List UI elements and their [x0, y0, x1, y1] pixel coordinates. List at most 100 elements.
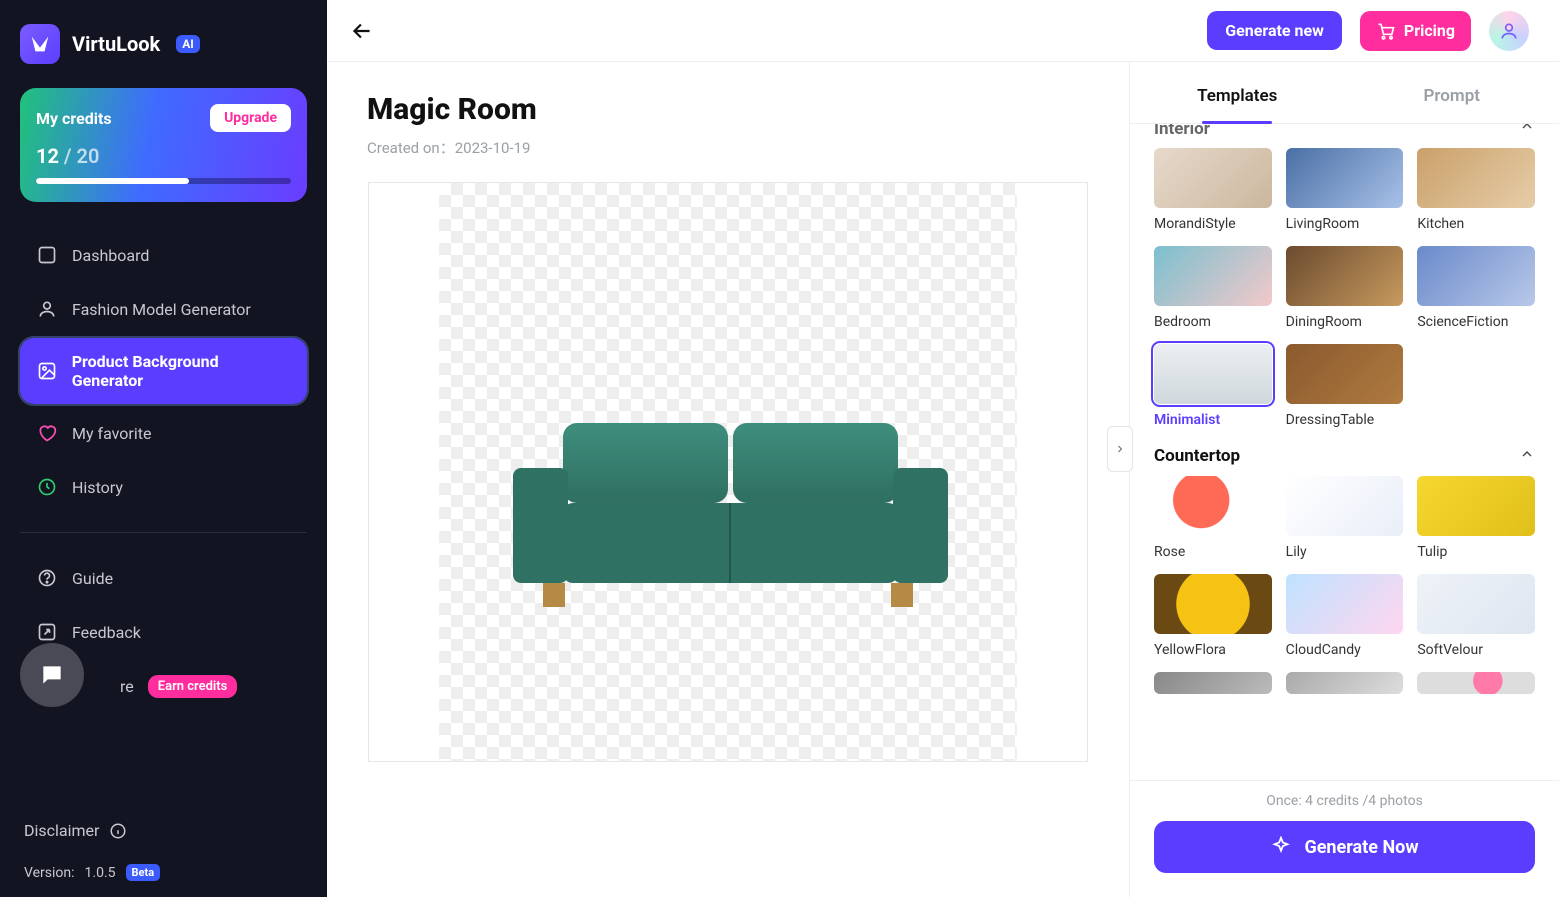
ai-badge: AI — [176, 35, 200, 53]
template-thumb — [1154, 574, 1272, 634]
template-thumb — [1286, 672, 1404, 694]
panel-tabs: Templates Prompt — [1130, 68, 1559, 124]
sidebar-item-label: Guide — [72, 569, 113, 588]
chat-widget-button[interactable] — [20, 643, 84, 707]
nav: Dashboard Fashion Model Generator Produc… — [20, 230, 307, 712]
chevron-right-icon — [1114, 443, 1126, 455]
template-label: Kitchen — [1417, 216, 1535, 232]
template-thumb — [1154, 344, 1272, 404]
created-on: Created on：2023-10-19 — [367, 137, 1089, 158]
template-card-cloudcandy[interactable]: CloudCandy — [1286, 574, 1404, 658]
generate-now-label: Generate Now — [1304, 837, 1418, 858]
avatar-button[interactable] — [1489, 11, 1529, 51]
pricing-button[interactable]: Pricing — [1360, 11, 1471, 51]
product-image[interactable] — [493, 413, 963, 623]
disclaimer-link[interactable]: Disclaimer — [24, 821, 307, 840]
version-label: Version: — [24, 865, 75, 881]
tab-templates[interactable]: Templates — [1130, 68, 1345, 123]
sidebar-item-history[interactable]: History — [20, 462, 307, 512]
collapse-countertop[interactable] — [1519, 446, 1535, 466]
template-label: YellowFlora — [1154, 642, 1272, 658]
template-thumb — [1154, 476, 1272, 536]
credits-bar — [36, 178, 291, 184]
user-icon — [36, 298, 58, 320]
created-date: 2023-10-19 — [455, 139, 531, 157]
template-card[interactable] — [1417, 672, 1535, 694]
template-card-diningroom[interactable]: DiningRoom — [1286, 246, 1404, 330]
back-button[interactable] — [347, 16, 377, 46]
template-card-minimalist[interactable]: Minimalist — [1154, 344, 1272, 428]
generate-new-button[interactable]: Generate new — [1207, 11, 1342, 50]
template-card-morandistyle[interactable]: MorandiStyle — [1154, 148, 1272, 232]
sidebar-item-label: Fashion Model Generator — [72, 300, 251, 319]
template-card-bedroom[interactable]: Bedroom — [1154, 246, 1272, 330]
canvas-area: Magic Room Created on：2023-10-19 — [327, 62, 1129, 897]
template-label: Bedroom — [1154, 314, 1272, 330]
template-label: Minimalist — [1154, 412, 1272, 428]
template-card-kitchen[interactable]: Kitchen — [1417, 148, 1535, 232]
sidebar-item-favorite[interactable]: My favorite — [20, 408, 307, 458]
template-thumb — [1286, 574, 1404, 634]
template-thumb — [1286, 148, 1404, 208]
created-label: Created on： — [367, 139, 455, 157]
template-grid-interior: MorandiStyle LivingRoom Kitchen Bedroom Dini… — [1154, 148, 1535, 428]
disclaimer-label: Disclaimer — [24, 821, 99, 840]
version-value: 1.0.5 — [85, 865, 116, 881]
panel-footer: Once: 4 credits /4 photos Generate Now — [1130, 780, 1559, 897]
section-title-countertop: Countertop — [1154, 446, 1240, 466]
pricing-label: Pricing — [1404, 21, 1455, 40]
template-thumb — [1286, 246, 1404, 306]
template-label: ScienceFiction — [1417, 314, 1535, 330]
template-card-dressingtable[interactable]: DressingTable — [1286, 344, 1404, 428]
right-panel: Templates Prompt Interior MorandiStyle Li… — [1129, 62, 1559, 897]
credits-title: My credits — [36, 109, 112, 128]
template-card[interactable] — [1154, 672, 1272, 694]
template-grid-peek — [1154, 672, 1535, 694]
template-label: SoftVelour — [1417, 642, 1535, 658]
generate-now-button[interactable]: Generate Now — [1154, 821, 1535, 873]
template-thumb — [1417, 246, 1535, 306]
upgrade-button[interactable]: Upgrade — [210, 104, 291, 132]
template-card-livingroom[interactable]: LivingRoom — [1286, 148, 1404, 232]
template-card[interactable] — [1286, 672, 1404, 694]
sidebar-item-label: My favorite — [72, 424, 151, 443]
template-card-softvelour[interactable]: SoftVelour — [1417, 574, 1535, 658]
credits-total: 20 — [77, 144, 100, 168]
sidebar-item-label: re — [120, 677, 134, 696]
template-label: CloudCandy — [1286, 642, 1404, 658]
page-title: Magic Room — [367, 92, 1089, 127]
user-avatar-icon — [1499, 21, 1519, 41]
canvas[interactable] — [368, 182, 1088, 762]
template-card-rose[interactable]: Rose — [1154, 476, 1272, 560]
template-card-tulip[interactable]: Tulip — [1417, 476, 1535, 560]
sidebar-item-dashboard[interactable]: Dashboard — [20, 230, 307, 280]
template-thumb — [1154, 246, 1272, 306]
template-label: MorandiStyle — [1154, 216, 1272, 232]
template-thumb — [1417, 574, 1535, 634]
brand-name: VirtuLook — [72, 32, 160, 56]
topbar: Generate new Pricing — [327, 0, 1559, 62]
beta-badge: Beta — [126, 864, 161, 881]
panel-scroll[interactable]: Interior MorandiStyle LivingRoom Kitchen Be… — [1130, 124, 1559, 780]
logo-row: VirtuLook AI — [20, 24, 307, 64]
tab-prompt[interactable]: Prompt — [1345, 68, 1559, 123]
section-title-partial: Interior — [1154, 124, 1210, 137]
heart-icon — [36, 422, 58, 444]
earn-credits-pill: Earn credits — [148, 675, 238, 698]
clock-icon — [36, 476, 58, 498]
divider — [20, 532, 307, 533]
collapse-interior[interactable] — [1519, 124, 1535, 138]
template-card-yellowflora[interactable]: YellowFlora — [1154, 574, 1272, 658]
template-card-lily[interactable]: Lily — [1286, 476, 1404, 560]
share-arrow-icon — [36, 621, 58, 643]
sidebar-item-product-bg[interactable]: Product Background Generator — [20, 338, 307, 404]
template-label: Lily — [1286, 544, 1404, 560]
sidebar-item-fashion[interactable]: Fashion Model Generator — [20, 284, 307, 334]
sidebar-item-guide[interactable]: Guide — [20, 553, 307, 603]
chevron-up-icon — [1519, 446, 1535, 462]
template-label: DiningRoom — [1286, 314, 1404, 330]
template-card-sciencefiction[interactable]: ScienceFiction — [1417, 246, 1535, 330]
template-thumb — [1286, 476, 1404, 536]
credits-bar-fill — [36, 178, 189, 184]
panel-collapse-handle[interactable] — [1107, 426, 1133, 472]
